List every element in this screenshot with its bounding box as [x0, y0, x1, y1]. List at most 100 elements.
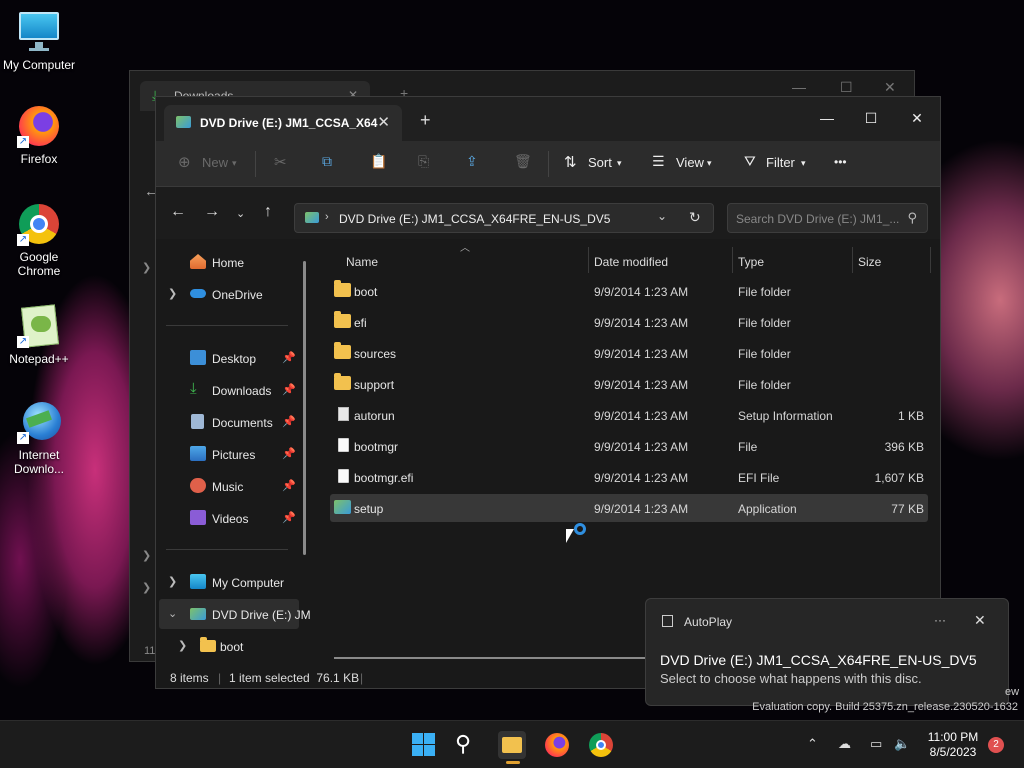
- file-date: 9/9/2014 1:23 AM: [594, 409, 689, 423]
- chrome-taskbar-icon[interactable]: [587, 731, 615, 759]
- column-header-type[interactable]: Type: [738, 255, 764, 269]
- file-explorer-taskbar-icon[interactable]: [498, 731, 526, 764]
- pin-icon[interactable]: 📌: [282, 383, 296, 396]
- search-icon[interactable]: ⚲: [455, 731, 483, 759]
- search-input[interactable]: Search DVD Drive (E:) JM1_... ⚲: [727, 203, 928, 233]
- filter-button[interactable]: Filter: [766, 155, 795, 170]
- sidebar-item-dvd-drive[interactable]: ⌄ DVD Drive (E:) JM: [159, 599, 311, 629]
- view-button[interactable]: View: [676, 155, 704, 170]
- notification-more-button[interactable]: ···: [934, 613, 946, 627]
- desktop-icon-idm[interactable]: ↗ Internet Downlo...: [0, 400, 78, 476]
- pin-icon[interactable]: 📌: [282, 447, 296, 460]
- close-window-icon[interactable]: ✕: [894, 103, 940, 133]
- monitor-icon[interactable]: ▭: [870, 736, 882, 752]
- sidebar-item-pictures[interactable]: Pictures 📌: [156, 439, 306, 469]
- back-arrow-icon[interactable]: ←: [170, 203, 186, 221]
- windows-start-icon[interactable]: [410, 731, 438, 759]
- setup-application-icon: [334, 500, 351, 514]
- rename-icon[interactable]: ⎘: [418, 153, 429, 170]
- sidebar-item-music[interactable]: Music 📌: [156, 471, 306, 501]
- desktop-icon-firefox[interactable]: ↗ Firefox: [0, 104, 78, 166]
- column-divider[interactable]: [930, 247, 931, 273]
- horizontal-scrollbar[interactable]: [334, 657, 654, 659]
- table-row-selected[interactable]: setup 9/9/2014 1:23 AM Application 77 KB: [330, 494, 928, 522]
- chevron-down-icon[interactable]: ⌄: [168, 607, 177, 620]
- delete-icon[interactable]: 🗑: [514, 153, 532, 170]
- pin-icon[interactable]: 📌: [282, 479, 296, 492]
- pin-icon[interactable]: 📌: [282, 351, 296, 364]
- home-icon: [190, 254, 206, 269]
- address-bar[interactable]: › DVD Drive (E:) JM1_CCSA_X64FRE_EN-US_D…: [294, 203, 714, 233]
- maximize-icon[interactable]: ☐: [840, 79, 853, 96]
- table-row[interactable]: sources 9/9/2014 1:23 AM File folder: [330, 339, 928, 367]
- table-row[interactable]: support 9/9/2014 1:23 AM File folder: [330, 370, 928, 398]
- more-options-button[interactable]: •••: [834, 155, 847, 169]
- pin-icon[interactable]: 📌: [282, 511, 296, 524]
- table-row[interactable]: bootmgr 9/9/2014 1:23 AM File 396 KB: [330, 432, 928, 460]
- desktop-icon-notepadpp[interactable]: ↗ Notepad++: [0, 304, 78, 366]
- volume-icon[interactable]: 🔈: [894, 736, 910, 752]
- chevron-right-icon[interactable]: ❯: [142, 581, 151, 594]
- cut-icon[interactable]: ✂: [274, 153, 287, 171]
- recent-locations-chevron-icon[interactable]: ⌄: [236, 207, 245, 220]
- table-row[interactable]: boot 9/9/2014 1:23 AM File folder: [330, 277, 928, 305]
- pin-icon[interactable]: 📌: [282, 415, 296, 428]
- table-row[interactable]: autorun 9/9/2014 1:23 AM Setup Informati…: [330, 401, 928, 429]
- sidebar-item-desktop[interactable]: Desktop 📌: [156, 343, 306, 373]
- column-divider[interactable]: [732, 247, 733, 273]
- column-divider[interactable]: [588, 247, 589, 273]
- new-tab-icon[interactable]: +: [420, 110, 431, 131]
- status-divider: |: [218, 671, 222, 685]
- column-header-size[interactable]: Size: [858, 255, 881, 269]
- sidebar-item-my-computer[interactable]: ❯ My Computer: [156, 567, 306, 597]
- copy-icon[interactable]: ⧉: [322, 153, 332, 170]
- close-icon[interactable]: ✕: [884, 79, 896, 96]
- column-divider[interactable]: [852, 247, 853, 273]
- title-bar[interactable]: DVD Drive (E:) JM1_CCSA_X64 ✕ + — ☐ ✕: [156, 97, 940, 141]
- desktop-icon-my-computer[interactable]: My Computer: [0, 10, 78, 72]
- sidebar-item-boot[interactable]: ❯ boot: [156, 631, 306, 661]
- tab-dvd-drive[interactable]: DVD Drive (E:) JM1_CCSA_X64 ✕: [164, 105, 402, 141]
- file-date: 9/9/2014 1:23 AM: [594, 285, 689, 299]
- system-clock[interactable]: 11:00 PM 8/5/2023: [918, 730, 988, 760]
- dvd-drive-icon: [190, 608, 206, 620]
- file-type: File folder: [738, 378, 791, 392]
- chevron-right-icon[interactable]: ❯: [178, 639, 187, 652]
- firefox-taskbar-icon[interactable]: [543, 731, 571, 759]
- minimize-icon[interactable]: —: [804, 103, 850, 133]
- sort-button[interactable]: Sort: [588, 155, 612, 170]
- breadcrumb-separator-icon: ›: [325, 211, 329, 223]
- sidebar-item-home[interactable]: Home: [156, 247, 306, 277]
- network-disconnected-icon[interactable]: ☁: [838, 736, 851, 752]
- close-tab-icon[interactable]: ✕: [377, 113, 390, 131]
- chevron-right-icon[interactable]: ❯: [168, 287, 177, 300]
- chevron-right-icon[interactable]: ❯: [142, 261, 151, 274]
- refresh-icon[interactable]: ↻: [689, 209, 701, 226]
- forward-arrow-icon[interactable]: →: [204, 203, 220, 221]
- column-header-name[interactable]: Name: [346, 255, 378, 269]
- maximize-icon[interactable]: ☐: [848, 103, 894, 133]
- sidebar-item-videos[interactable]: Videos 📌: [156, 503, 306, 533]
- sidebar-item-documents[interactable]: Documents 📌: [156, 407, 306, 437]
- minimize-icon[interactable]: —: [792, 79, 806, 95]
- chevron-right-icon[interactable]: ❯: [168, 575, 177, 588]
- chevron-right-icon[interactable]: ❯: [142, 549, 151, 562]
- table-row[interactable]: bootmgr.efi 9/9/2014 1:23 AM EFI File 1,…: [330, 463, 928, 491]
- desktop-icon: [190, 350, 206, 365]
- sidebar-item-downloads[interactable]: ⤓ Downloads 📌: [156, 375, 306, 405]
- chevron-down-icon[interactable]: ⌄: [657, 209, 667, 223]
- autoplay-notification[interactable]: AutoPlay ··· ✕ DVD Drive (E:) JM1_CCSA_X…: [645, 598, 1009, 706]
- sidebar-scrollbar[interactable]: [303, 261, 306, 555]
- chevron-up-icon[interactable]: ⌃: [807, 736, 818, 752]
- share-icon[interactable]: ⇪: [466, 153, 478, 170]
- desktop-icon-chrome[interactable]: ↗ Google Chrome: [0, 202, 78, 278]
- new-button[interactable]: New: [202, 155, 228, 170]
- column-header-date[interactable]: Date modified: [594, 255, 668, 269]
- table-row[interactable]: efi 9/9/2014 1:23 AM File folder: [330, 308, 928, 336]
- breadcrumb-path[interactable]: DVD Drive (E:) JM1_CCSA_X64FRE_EN-US_DV5: [339, 212, 610, 226]
- paste-icon[interactable]: 📋: [370, 153, 387, 170]
- notification-badge[interactable]: 2: [988, 737, 1004, 753]
- sidebar-item-onedrive[interactable]: ❯ OneDrive: [156, 279, 306, 309]
- close-notification-icon[interactable]: ✕: [974, 612, 986, 629]
- up-arrow-icon[interactable]: ↑: [264, 203, 272, 221]
